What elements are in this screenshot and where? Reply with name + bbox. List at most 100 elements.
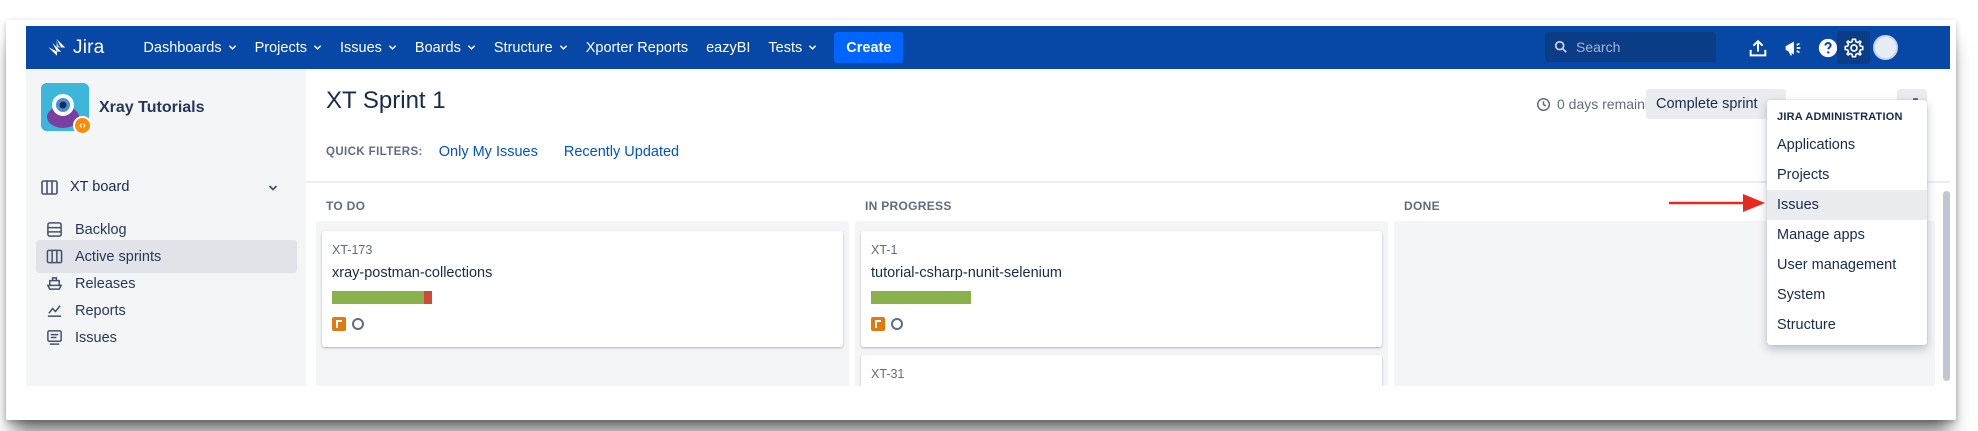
nav-dashboards[interactable]: Dashboards	[134, 26, 245, 69]
project-name[interactable]: Xray Tutorials	[99, 99, 205, 117]
nav-boards[interactable]: Boards	[406, 26, 485, 69]
admin-item-structure[interactable]: Structure	[1767, 310, 1927, 340]
nav-structure[interactable]: Structure	[485, 26, 577, 69]
sidebar-item-label: Issues	[75, 329, 117, 346]
admin-dropdown-menu: JIRA ADMINISTRATION Applications Project…	[1767, 100, 1927, 345]
nav-label: Tests	[768, 39, 803, 56]
issue-key[interactable]: XT-173	[332, 243, 372, 257]
chart-icon	[47, 305, 62, 317]
progress-passed	[871, 291, 971, 304]
search-box[interactable]	[1545, 32, 1716, 62]
nav-label: Issues	[340, 39, 382, 56]
jira-logo[interactable]: Jira	[46, 26, 104, 69]
status-icon	[891, 318, 903, 330]
user-avatar[interactable]	[1873, 35, 1898, 60]
chevron-down-icon	[228, 45, 236, 50]
nav-items: Dashboards Projects Issues Boards Struct…	[134, 26, 904, 69]
test-progress-bar	[871, 291, 971, 304]
board-main: XT Sprint 1 0 days remaining Complete sp…	[306, 69, 1950, 386]
chevron-down-icon	[467, 45, 476, 50]
nav-label: eazyBI	[706, 39, 751, 56]
admin-item-applications[interactable]: Applications	[1767, 130, 1927, 160]
search-input[interactable]	[1576, 39, 1706, 55]
nav-label: Dashboards	[143, 39, 222, 56]
progress-failed	[424, 291, 432, 304]
jira-logo-icon	[48, 38, 66, 56]
test-progress-bar	[332, 291, 432, 304]
clock-icon	[1536, 97, 1551, 111]
jira-app: Jira Dashboards Projects Issues Boards S…	[26, 26, 1950, 386]
issue-card[interactable]: XT-1 tutorial-csharp-nunit-selenium	[861, 231, 1382, 347]
issue-card[interactable]: XT-173 xray-postman-collections	[322, 231, 843, 347]
column-header: TO DO	[326, 199, 366, 213]
notifications-button[interactable]	[1776, 31, 1809, 64]
issue-summary: tutorial-csharp-nunit-selenium	[871, 265, 1062, 281]
top-navigation-bar: Jira Dashboards Projects Issues Boards S…	[26, 26, 1950, 69]
upload-button[interactable]	[1741, 31, 1774, 64]
upload-icon	[1749, 39, 1766, 56]
sidebar-item-issues[interactable]: Issues	[36, 321, 297, 354]
issue-card[interactable]: XT-31	[861, 355, 1382, 386]
annotation-arrow-icon	[1669, 194, 1765, 212]
search-icon	[1554, 40, 1567, 53]
page-title: XT Sprint 1	[326, 87, 446, 114]
issue-key[interactable]: XT-31	[871, 367, 904, 381]
status-icon	[352, 318, 364, 330]
sidebar-item-label: Reports	[75, 302, 126, 319]
column-header: DONE	[1404, 199, 1440, 213]
sidebar-item-label: Backlog	[75, 221, 127, 238]
backlog-icon	[47, 222, 62, 237]
nav-label: Projects	[254, 39, 307, 56]
quick-filters-label: QUICK FILTERS:	[326, 146, 423, 158]
sprint-remaining: 0 days remaining	[1536, 96, 1664, 112]
admin-item-issues[interactable]: Issues	[1767, 190, 1927, 220]
project-badge-icon: ‹›	[73, 116, 92, 135]
ship-icon	[46, 277, 63, 290]
chevron-down-icon	[809, 45, 817, 50]
admin-item-projects[interactable]: Projects	[1767, 160, 1927, 190]
nav-label: Xporter Reports	[585, 39, 689, 56]
quick-filters: QUICK FILTERS: Only My Issues Recently U…	[326, 144, 705, 160]
help-icon	[1818, 38, 1837, 57]
chevron-down-icon	[559, 45, 567, 50]
jira-logo-text: Jira	[73, 36, 105, 58]
chevron-down-icon	[388, 45, 397, 50]
admin-menu-heading: JIRA ADMINISTRATION	[1777, 111, 1903, 123]
nav-eazybi[interactable]: eazyBI	[697, 26, 759, 69]
create-button[interactable]: Create	[834, 32, 904, 63]
nav-label: Boards	[414, 39, 461, 56]
settings-button[interactable]	[1837, 31, 1870, 64]
nav-projects[interactable]: Projects	[246, 26, 331, 69]
sidebar-item-label: Active sprints	[75, 248, 162, 265]
admin-item-manage-apps[interactable]: Manage apps	[1767, 220, 1927, 250]
issues-icon	[47, 330, 62, 345]
story-icon	[332, 317, 346, 331]
filter-only-my-issues[interactable]: Only My Issues	[439, 144, 538, 160]
board-name: XT board	[70, 179, 130, 195]
gear-icon	[1843, 37, 1864, 58]
board-icon	[46, 249, 63, 264]
column-body: XT-173 xray-postman-collections	[316, 221, 849, 386]
board-selector[interactable]: XT board	[41, 175, 286, 199]
column-in-progress: IN PROGRESS XT-1 tutorial-csharp-nunit-s…	[855, 183, 1388, 386]
nav-label: Structure	[493, 39, 553, 56]
scrollbar[interactable]	[1943, 191, 1950, 381]
admin-item-user-management[interactable]: User management	[1767, 250, 1927, 280]
story-icon	[871, 317, 885, 331]
column-todo: TO DO XT-173 xray-postman-collections	[316, 183, 849, 386]
megaphone-icon	[1785, 41, 1800, 55]
chevron-down-icon	[268, 185, 278, 191]
issue-key[interactable]: XT-1	[871, 243, 897, 257]
project-sidebar: ‹› Xray Tutorials XT board Backlog Activ…	[26, 69, 306, 386]
nav-tests[interactable]: Tests	[759, 26, 826, 69]
column-header: IN PROGRESS	[865, 199, 952, 213]
board-icon	[41, 179, 58, 195]
nav-issues[interactable]: Issues	[331, 26, 406, 69]
nav-xporter-reports[interactable]: Xporter Reports	[577, 26, 697, 69]
project-avatar[interactable]: ‹›	[41, 83, 92, 135]
admin-item-system[interactable]: System	[1767, 280, 1927, 310]
sidebar-item-label: Releases	[75, 275, 136, 292]
filter-recently-updated[interactable]: Recently Updated	[564, 144, 679, 160]
complete-sprint-button[interactable]: Complete sprint	[1646, 89, 1786, 119]
progress-passed	[332, 291, 424, 304]
